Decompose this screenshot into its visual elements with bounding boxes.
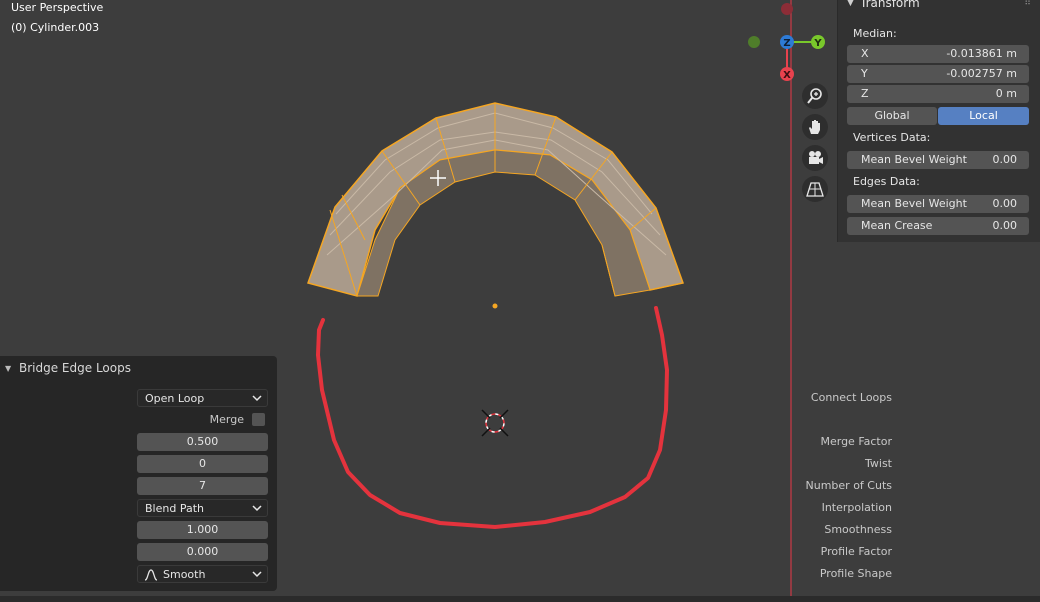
twist-label: Twist (865, 457, 892, 470)
vertex-bevel-weight-field[interactable]: Mean Bevel Weight 0.00 (847, 151, 1029, 169)
connect-loops-label: Connect Loops (810, 391, 892, 404)
vertex-bevel-weight-value: 0.00 (992, 153, 1018, 166)
z-axis-label: Z (783, 38, 790, 49)
merge-factor-label: Merge Factor (820, 435, 892, 448)
profile-factor-label: Profile Factor (820, 545, 892, 558)
smoothness-label: Smoothness (824, 523, 892, 536)
interpolation-label: Interpolation (821, 501, 892, 514)
mean-crease-field[interactable]: Mean Crease 0.00 (847, 217, 1029, 235)
bottom-toolbar-edge (0, 596, 1040, 602)
3d-cursor-icon (481, 409, 509, 437)
profile-shape-label: Profile Shape (819, 567, 892, 580)
connect-loops-dropdown[interactable]: Open Loop (137, 389, 268, 407)
pan-button[interactable] (802, 114, 828, 140)
median-x-key: X (861, 47, 869, 60)
collapse-arrow-icon[interactable]: ▼ (847, 0, 854, 8)
perspective-toggle-button[interactable] (802, 176, 828, 202)
smoothness-field[interactable]: 1.000 (137, 521, 268, 539)
merge-factor-field[interactable]: 0.500 (137, 433, 268, 451)
mean-crease-value: 0.00 (992, 219, 1018, 232)
zoom-icon (807, 88, 822, 104)
connect-loops-value: Open Loop (145, 392, 205, 405)
profile-factor-field[interactable]: 0.000 (137, 543, 268, 561)
chevron-down-icon (252, 395, 262, 402)
transform-panel: ▼ Transform ⠿ Median: X -0.013861 m Y -0… (837, 0, 1040, 242)
median-z-key: Z (861, 87, 869, 100)
drag-handle-icon[interactable]: ⠿ (1024, 0, 1031, 8)
median-z-value: 0 m (995, 87, 1017, 100)
operator-panel-title[interactable]: Bridge Edge Loops (19, 361, 131, 375)
viewport-title: User Perspective (11, 1, 104, 14)
median-label: Median: (853, 27, 897, 40)
zoom-button[interactable] (802, 83, 828, 109)
origin-dot (492, 303, 498, 309)
hand-pan-icon (809, 120, 820, 134)
median-x-value: -0.013861 m (946, 47, 1017, 60)
global-toggle-button[interactable]: Global (847, 107, 937, 125)
navigation-gizmo[interactable]: Y X Z (748, 3, 825, 81)
median-x-field[interactable]: X -0.013861 m (847, 45, 1029, 63)
annotation-stroke (316, 306, 669, 529)
edge-bevel-weight-key: Mean Bevel Weight (861, 197, 967, 210)
interpolation-value: Blend Path (145, 502, 204, 515)
merge-checkbox[interactable] (252, 413, 265, 426)
vertices-data-label: Vertices Data: (853, 131, 931, 144)
local-toggle-button[interactable]: Local (938, 107, 1029, 125)
transform-panel-title: Transform (860, 0, 920, 10)
chevron-down-icon (252, 505, 262, 512)
median-y-field[interactable]: Y -0.002757 m (847, 65, 1029, 83)
y-axis-label: Y (813, 38, 822, 49)
collapse-arrow-icon[interactable]: ▼ (5, 364, 11, 373)
edge-bevel-weight-value: 0.00 (992, 197, 1018, 210)
number-of-cuts-label: Number of Cuts (805, 479, 892, 492)
mean-crease-key: Mean Crease (861, 219, 933, 232)
edges-data-label: Edges Data: (853, 175, 920, 188)
profile-shape-value: Smooth (163, 568, 206, 581)
median-y-key: Y (861, 67, 868, 80)
camera-view-button[interactable] (802, 145, 828, 171)
twist-field[interactable]: 0 (137, 455, 268, 473)
merge-label: Merge (209, 413, 244, 426)
smooth-curve-icon (144, 569, 158, 581)
interpolation-dropdown[interactable]: Blend Path (137, 499, 268, 517)
neg-y-axis-dot (748, 36, 760, 48)
neg-z-axis-dot (781, 3, 793, 15)
median-y-value: -0.002757 m (946, 67, 1017, 80)
median-z-field[interactable]: Z 0 m (847, 85, 1029, 103)
perspective-grid-icon (806, 182, 824, 197)
edge-bevel-weight-field[interactable]: Mean Bevel Weight 0.00 (847, 195, 1029, 213)
arch-mesh (307, 102, 684, 297)
profile-shape-dropdown[interactable]: Smooth (137, 565, 268, 583)
chevron-down-icon (252, 571, 262, 578)
number-of-cuts-field[interactable]: 7 (137, 477, 268, 495)
camera-icon (809, 151, 823, 164)
active-object-name: (0) Cylinder.003 (11, 21, 100, 34)
x-axis-label: X (783, 70, 791, 81)
vertex-bevel-weight-key: Mean Bevel Weight (861, 153, 967, 166)
transform-panel-header[interactable]: ▼ Transform ⠿ (838, 0, 1040, 13)
